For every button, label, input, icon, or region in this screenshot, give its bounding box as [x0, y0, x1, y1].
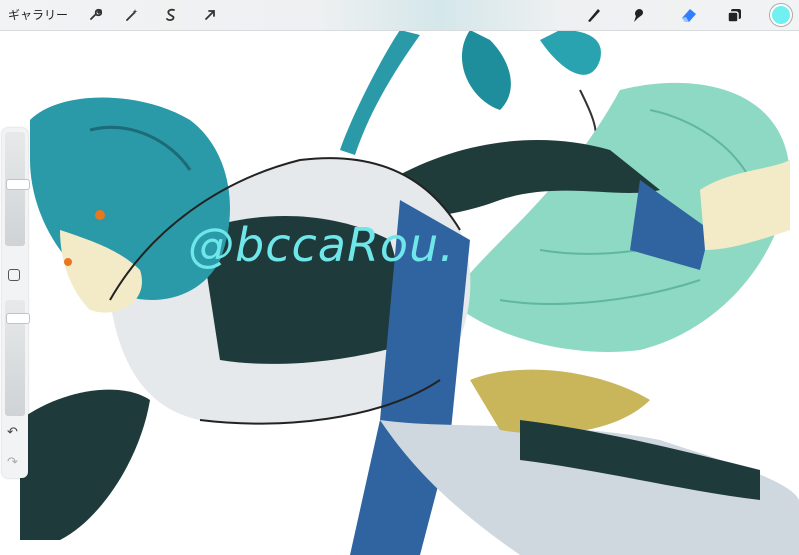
layers-icon[interactable]	[724, 4, 746, 26]
left-sidebar: ↶ ↷	[2, 128, 30, 478]
brush-icon[interactable]	[583, 4, 605, 26]
redo-icon[interactable]: ↷	[7, 455, 18, 470]
selection-icon[interactable]	[160, 4, 182, 26]
eraser-icon[interactable]	[678, 4, 700, 26]
signature-text: @bccaRou.	[188, 218, 455, 272]
opacity-slider[interactable]	[5, 300, 30, 416]
top-toolbar: ギャラリー	[0, 0, 799, 31]
artwork	[20, 30, 799, 555]
opacity-handle[interactable]	[6, 313, 30, 324]
undo-icon[interactable]: ↶	[7, 425, 18, 440]
transform-arrow-icon[interactable]	[199, 4, 221, 26]
magic-wand-icon[interactable]	[121, 4, 143, 26]
current-color-swatch[interactable]	[770, 4, 792, 26]
drawing-canvas[interactable]: @bccaRou.	[0, 0, 799, 555]
brush-size-handle[interactable]	[6, 179, 30, 190]
smudge-icon[interactable]	[627, 4, 649, 26]
square-modify-button[interactable]	[8, 269, 20, 281]
wrench-icon[interactable]	[84, 4, 106, 26]
brush-size-slider[interactable]	[5, 132, 30, 246]
gallery-button[interactable]: ギャラリー	[8, 6, 68, 23]
